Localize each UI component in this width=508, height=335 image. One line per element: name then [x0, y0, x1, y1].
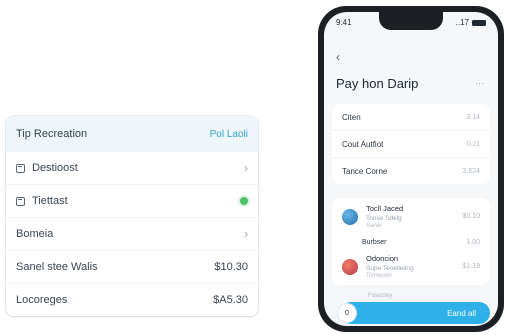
settings-row-bomeia[interactable]: Bomeia › [6, 218, 258, 251]
list-item[interactable]: Odoncion Supe Teoelleling Tolmeolm $1.19 [332, 248, 490, 285]
square-icon [16, 196, 25, 206]
row-label: Locoreges [16, 294, 68, 306]
section-value: 1.00 [466, 239, 480, 246]
item-title: Tocll Jaced [366, 204, 404, 213]
card-title: Tip Recreation [16, 128, 88, 140]
list-item[interactable]: Tocll Jaced Tonse Sdelg Saner $0.10 [332, 198, 490, 235]
summary-group: Citen 3.14 Cout Autfiot 0.11 Tance Corne… [332, 104, 490, 184]
summary-label: Tance Corne [342, 166, 388, 176]
cta-circle-icon[interactable]: 0 [338, 304, 356, 322]
row-label: Destioost [32, 162, 78, 174]
summary-row[interactable]: Citen 3.14 [332, 104, 490, 131]
more-icon[interactable]: ··· [475, 78, 484, 88]
item-title: Odoncion [366, 254, 399, 263]
peek-text: Fosoctey [368, 293, 393, 299]
settings-row-sanel: Sanel stee Walis $10.30 [6, 251, 258, 284]
summary-value: 3.624 [462, 167, 480, 175]
row-label: Tiettast [32, 195, 68, 207]
settings-card: Tip Recreation Pol Laoli Destioost › Tie… [6, 116, 258, 316]
items-group: Tocll Jaced Tonse Sdelg Saner $0.10 Burb… [332, 198, 490, 285]
header-action-link[interactable]: Pol Laoli [210, 129, 248, 140]
row-label: Bomeia [16, 228, 54, 240]
back-arrow-icon[interactable]: ‹ [336, 50, 340, 64]
summary-label: Cout Autfiot [342, 139, 384, 149]
summary-row[interactable]: Tance Corne 3.624 [332, 158, 490, 184]
card-header: Tip Recreation Pol Laoli [6, 116, 258, 152]
item-meta: Saner [366, 223, 383, 229]
chevron-right-icon: › [244, 161, 248, 175]
item-subtitle: Supe Teoelleling [366, 265, 414, 272]
avatar [342, 258, 358, 275]
section-label: Burbser [362, 239, 387, 246]
summary-row[interactable]: Cout Autfiot 0.11 [332, 131, 490, 158]
phone-frame: 9:41 ..17 ‹ Pay hon Darip ··· Citen 3.14… [318, 6, 504, 332]
settings-row-destioost[interactable]: Destioost › [6, 152, 258, 185]
item-amount: $0.10 [462, 213, 480, 220]
item-amount: $1.19 [462, 263, 480, 270]
summary-value: 3.14 [466, 113, 480, 121]
status-time: 9:41 [336, 18, 352, 27]
chevron-right-icon: › [244, 227, 248, 241]
row-label: Sanel stee Walis [16, 261, 98, 273]
settings-row-tiettast[interactable]: Tiettast [6, 185, 258, 218]
row-value: $A5.30 [213, 294, 248, 306]
send-all-button[interactable]: Eand all [340, 302, 490, 324]
phone-screen: 9:41 ..17 ‹ Pay hon Darip ··· Citen 3.14… [324, 12, 498, 326]
section-header: Burbser 1.00 [332, 235, 490, 248]
battery-icon [472, 19, 486, 26]
status-dot-icon[interactable] [240, 197, 248, 205]
summary-value: 0.11 [466, 140, 480, 148]
item-meta: Tolmeolm [366, 273, 392, 279]
signal-icon: ..17 [455, 18, 469, 27]
avatar [342, 208, 358, 225]
square-icon [16, 163, 25, 173]
row-value: $10.30 [214, 261, 248, 273]
cta-label: Eand all [447, 308, 476, 318]
summary-label: Citen [342, 112, 361, 122]
status-bar: 9:41 ..17 [336, 18, 486, 27]
page-title: Pay hon Darip [336, 76, 419, 91]
settings-row-locoreges: Locoreges $A5.30 [6, 284, 258, 316]
item-subtitle: Tonse Sdelg [366, 215, 402, 222]
